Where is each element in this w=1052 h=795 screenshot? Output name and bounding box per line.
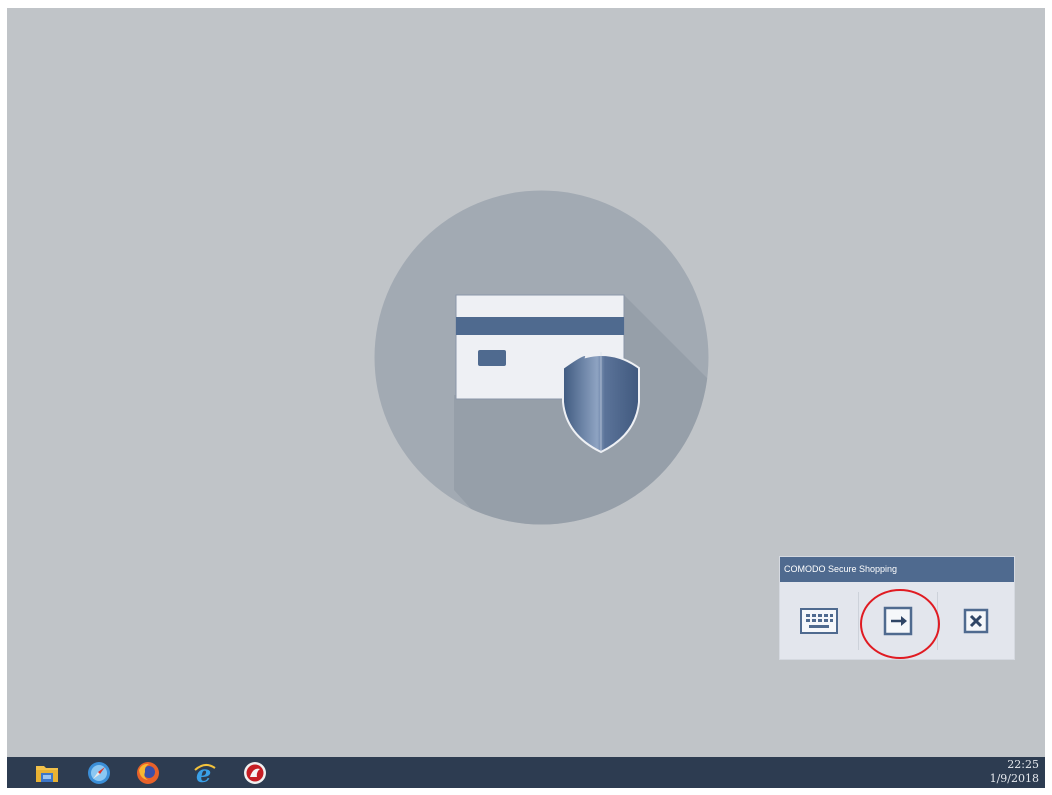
clock-time: 22:25: [1007, 758, 1039, 771]
dragon-icon: [244, 762, 266, 784]
virtual-keyboard-button[interactable]: [780, 582, 858, 659]
widget-button-row: [780, 582, 1014, 659]
secure-card-shield-icon: [374, 190, 709, 525]
secure-shopping-widget: COMODO Secure Shopping: [780, 557, 1014, 659]
widget-title[interactable]: COMODO Secure Shopping: [780, 557, 1014, 582]
secure-shopping-emblem: [374, 190, 709, 525]
file-explorer-button[interactable]: [34, 760, 60, 786]
clock-date: 1/9/2018: [989, 772, 1039, 785]
internet-explorer-button[interactable]: e: [192, 760, 218, 786]
switch-to-desktop-button[interactable]: [859, 582, 937, 659]
system-clock[interactable]: 22:25 1/9/2018: [990, 758, 1039, 786]
exit-arrow-icon: [883, 606, 913, 635]
secure-desktop: COMODO Secure Shopping e 22:25 1/9/2018: [7, 8, 1045, 788]
compass-browser-button[interactable]: [86, 760, 112, 786]
taskbar: e 22:25 1/9/2018: [7, 757, 1045, 788]
firefox-icon: [137, 762, 159, 784]
firefox-button[interactable]: [135, 760, 161, 786]
close-session-button[interactable]: [938, 582, 1014, 659]
ie-icon: e: [194, 761, 216, 785]
folder-icon: [36, 766, 58, 782]
compass-icon: [88, 762, 110, 784]
comodo-dragon-button[interactable]: [242, 760, 268, 786]
keyboard-icon: [800, 607, 838, 634]
close-x-icon: [963, 608, 989, 633]
